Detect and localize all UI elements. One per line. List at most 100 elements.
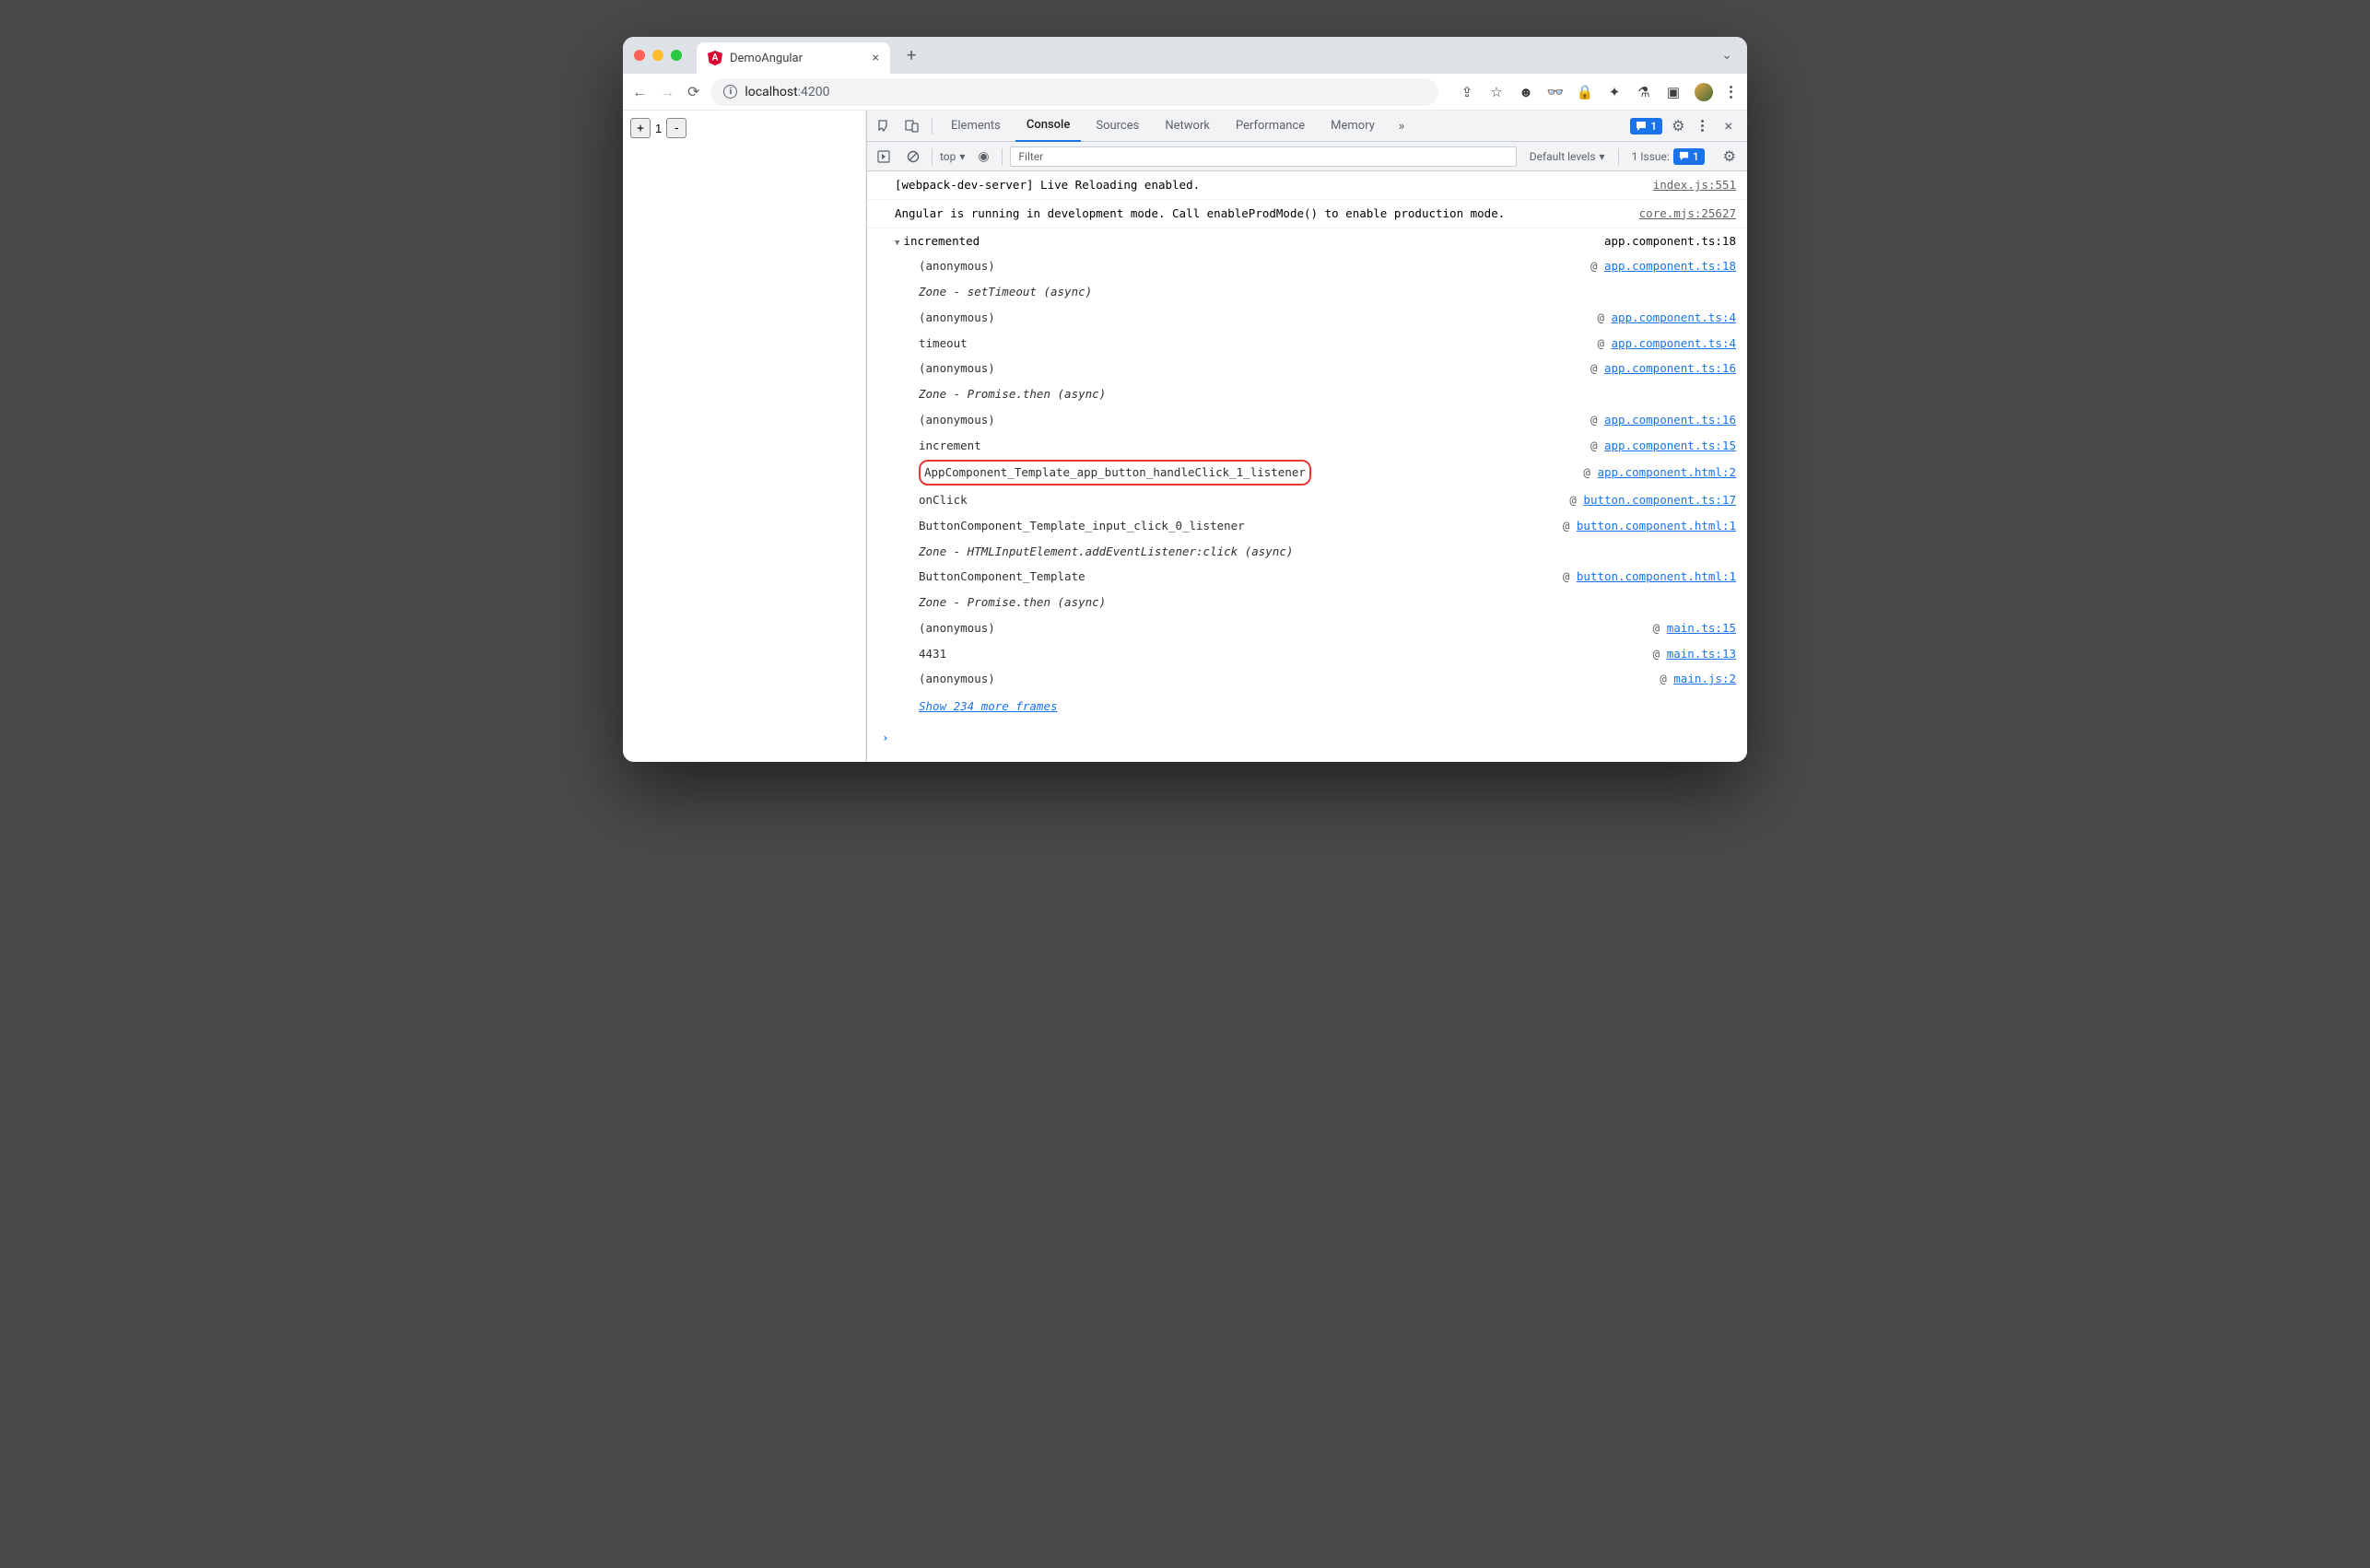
forward-button: → [660,83,675,101]
source-link[interactable]: app.component.ts:4 [1612,336,1736,350]
tab-network[interactable]: Network [1154,111,1221,142]
stack-frame: (anonymous) [919,255,995,277]
device-toggle-icon[interactable] [900,114,924,138]
window-controls[interactable] [634,50,682,61]
angular-icon [708,51,722,65]
source-link[interactable]: main.js:2 [1673,672,1736,685]
stack-frame: (anonymous) [919,357,995,380]
tab-title: DemoAngular [730,52,865,65]
zone-label: Zone - setTimeout (async) [902,279,1747,305]
bookmark-icon[interactable]: ☆ [1488,84,1505,100]
filter-input[interactable]: Filter [1010,146,1516,167]
lock-extension-icon[interactable]: 🔒 [1577,84,1593,100]
close-tab-icon[interactable]: × [873,51,879,65]
decrement-button[interactable]: - [666,118,686,138]
incognito-icon[interactable]: 👓 [1547,84,1564,100]
stack-frame: ButtonComponent_Template [919,566,1085,588]
toolbar: ← → ⟳ localhost:4200 ⇪ ☆ ☻ 👓 🔒 ✦ ⚗ ▣ [623,74,1747,111]
disclosure-triangle-icon[interactable]: ▼ [895,239,899,248]
log-row: Angular is running in development mode. … [867,200,1747,228]
stack-frame: ButtonComponent_Template_input_click_0_l… [919,515,1245,537]
browser-tab[interactable]: DemoAngular × [697,42,890,74]
browser-menu-icon[interactable] [1726,86,1736,99]
stack-frame: (anonymous) [919,617,995,639]
source-link[interactable]: main.ts:15 [1667,621,1736,635]
source-link[interactable]: app.component.ts:18 [1604,259,1736,273]
source-link[interactable]: app.component.ts:4 [1612,310,1736,324]
messages-badge[interactable]: 1 [1630,118,1662,135]
sidebar-toggle-icon[interactable] [873,146,895,168]
stack-frame-highlighted: AppComponent_Template_app_button_handleC… [919,460,1311,486]
settings-icon[interactable]: ⚙ [1666,117,1690,135]
back-button[interactable]: ← [632,83,647,101]
log-group-header[interactable]: ▼ incremented app.component.ts:18 [867,228,1747,254]
extension-icon[interactable]: ☻ [1518,84,1534,100]
site-info-icon[interactable] [723,85,737,99]
source-link[interactable]: button.component.html:1 [1577,569,1736,583]
source-link[interactable]: app.component.ts:16 [1604,361,1736,375]
titlebar: DemoAngular × + ⌄ [623,37,1747,74]
source-link[interactable]: app.component.ts:18 [1604,230,1736,252]
devtools-panel: Elements Console Sources Network Perform… [866,111,1747,762]
source-link[interactable]: index.js:551 [1653,174,1736,196]
show-more-frames-link[interactable]: Show 234 more frames [902,692,1074,721]
reader-icon[interactable]: ▣ [1665,84,1682,100]
log-message: Angular is running in development mode. … [895,203,1630,225]
context-selector[interactable]: top▾ [940,150,965,163]
source-link[interactable]: core.mjs:25627 [1639,203,1736,225]
stack-trace: (anonymous)@ app.component.ts:18 Zone - … [867,253,1747,721]
stack-frame: increment [919,435,981,457]
source-link[interactable]: button.component.html:1 [1577,519,1736,532]
console-settings-icon[interactable]: ⚙ [1718,147,1742,165]
console-toolbar: top▾ ◉ Filter Default levels▾ 1 Issue: 1… [867,142,1747,171]
log-message: [webpack-dev-server] Live Reloading enab… [895,174,1644,196]
devtools-tabbar: Elements Console Sources Network Perform… [867,111,1747,142]
stack-frame: timeout [919,333,968,355]
close-devtools-icon[interactable]: × [1715,117,1742,135]
more-tabs-icon[interactable]: » [1390,114,1414,138]
issues-indicator[interactable]: 1 Issue: 1 [1626,148,1710,165]
live-expression-icon[interactable]: ◉ [972,146,994,168]
labs-icon[interactable]: ⚗ [1636,84,1652,100]
clear-console-icon[interactable] [902,146,924,168]
tab-elements[interactable]: Elements [940,111,1012,142]
zone-label: Zone - HTMLInputElement.addEventListener… [902,539,1747,565]
group-label: incremented [903,234,980,248]
source-link[interactable]: app.component.ts:16 [1604,413,1736,427]
source-link[interactable]: main.ts:13 [1667,647,1736,661]
browser-window: DemoAngular × + ⌄ ← → ⟳ localhost:4200 ⇪… [623,37,1747,762]
address-bar[interactable]: localhost:4200 [710,78,1438,106]
source-link[interactable]: app.component.ts:15 [1604,439,1736,452]
log-levels-selector[interactable]: Default levels▾ [1524,150,1611,163]
devtools-menu-icon[interactable] [1694,120,1711,132]
stack-frame: onClick [919,489,968,511]
close-window-icon[interactable] [634,50,645,61]
maximize-window-icon[interactable] [671,50,682,61]
extensions-icon[interactable]: ✦ [1606,84,1623,100]
profile-avatar[interactable] [1695,83,1713,101]
stack-frame: (anonymous) [919,409,995,431]
tab-sources[interactable]: Sources [1085,111,1150,142]
source-link[interactable]: button.component.ts:17 [1583,493,1736,507]
counter-widget: + 1 - [630,118,858,138]
page-content: + 1 - [623,111,866,762]
console-output: [webpack-dev-server] Live Reloading enab… [867,171,1747,762]
log-row: [webpack-dev-server] Live Reloading enab… [867,171,1747,200]
console-prompt[interactable]: › [867,721,1747,762]
counter-value: 1 [655,122,662,135]
stack-frame: (anonymous) [919,668,995,690]
new-tab-button[interactable]: + [898,46,925,65]
minimize-window-icon[interactable] [652,50,663,61]
reload-button[interactable]: ⟳ [687,83,699,100]
source-link[interactable]: app.component.html:2 [1597,465,1736,479]
inspect-icon[interactable] [873,114,897,138]
tab-console[interactable]: Console [1015,111,1081,142]
stack-frame: 4431 [919,643,946,665]
tab-performance[interactable]: Performance [1225,111,1316,142]
tabs-dropdown-icon[interactable]: ⌄ [1721,48,1736,63]
url-text: localhost:4200 [745,85,829,99]
share-icon[interactable]: ⇪ [1459,84,1475,100]
zone-label: Zone - Promise.then (async) [902,381,1747,407]
tab-memory[interactable]: Memory [1320,111,1386,142]
increment-button[interactable]: + [630,118,651,138]
